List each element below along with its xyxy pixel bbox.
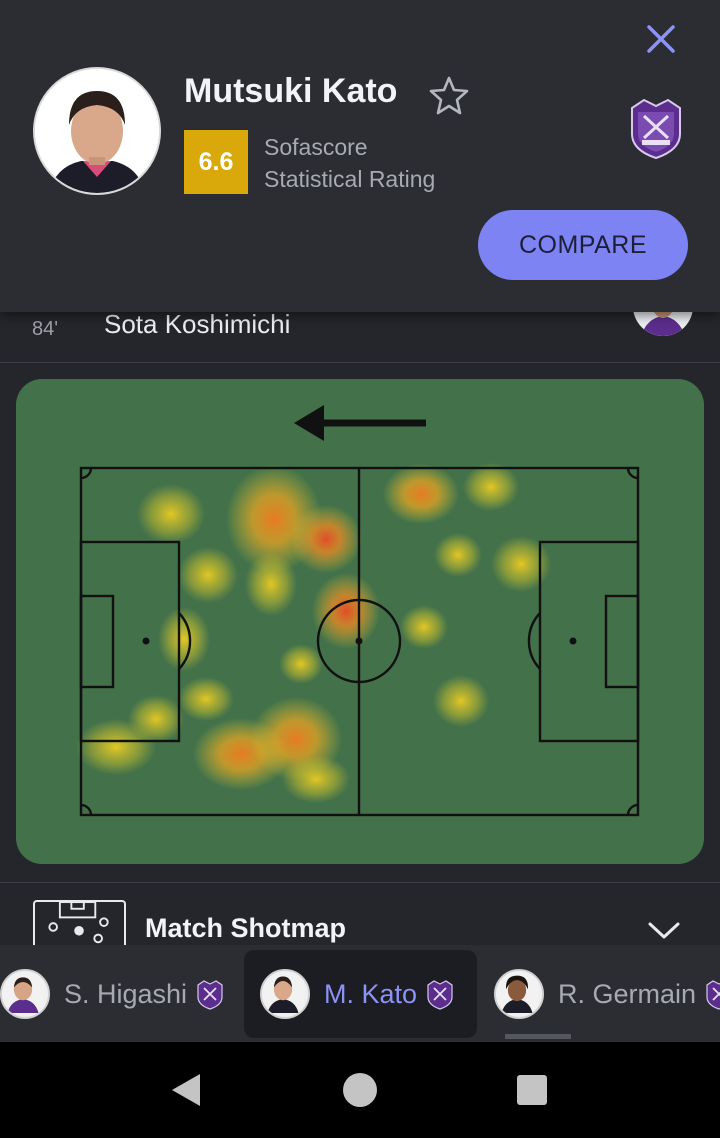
tab-player-s-higashi[interactable]: S. Higashi xyxy=(0,950,225,1038)
home-icon[interactable] xyxy=(342,1072,378,1108)
tab-player-avatar xyxy=(0,969,50,1019)
tab-player-name: R. Germain xyxy=(558,978,697,1009)
tab-player-m-kato[interactable]: M. Kato xyxy=(244,950,477,1038)
recents-icon[interactable] xyxy=(516,1074,548,1106)
star-outline-icon[interactable] xyxy=(428,74,470,116)
close-icon[interactable] xyxy=(640,18,682,60)
heatmap-pitch xyxy=(76,405,640,817)
back-icon[interactable] xyxy=(168,1072,204,1108)
team-crest-icon xyxy=(197,980,223,1010)
rating-label-line1: Sofascore xyxy=(264,134,368,160)
player-header: Mutsuki Kato 6.6 Sofascore Statistical R… xyxy=(0,0,720,312)
compare-button[interactable]: COMPARE xyxy=(478,210,688,280)
tab-player-r-germain[interactable]: R. Germain xyxy=(494,950,720,1038)
player-avatar xyxy=(33,67,161,195)
system-navigation-bar xyxy=(0,1042,720,1138)
tab-player-avatar xyxy=(260,969,310,1019)
tab-player-avatar xyxy=(494,969,544,1019)
chevron-down-icon[interactable] xyxy=(646,919,682,941)
player-tab-bar: S. Higashi M. Kato R. Germain xyxy=(0,945,720,1042)
shotmap-title: Match Shotmap xyxy=(145,913,347,943)
substitution-row[interactable]: 84' Sota Koshimichi xyxy=(0,294,720,363)
shotmap-section-header[interactable]: Match Shotmap xyxy=(0,883,720,950)
attack-direction-arrow-icon xyxy=(294,405,426,441)
heatmap-blobs xyxy=(76,463,551,803)
shotmap-icon xyxy=(33,900,126,950)
tab-player-name: M. Kato xyxy=(324,978,418,1009)
heatmap-card xyxy=(16,379,704,864)
team-crest-icon xyxy=(631,98,681,160)
tab-player-name: S. Higashi xyxy=(64,978,188,1009)
rating-badge: 6.6 xyxy=(184,130,248,194)
rating-label-line2: Statistical Rating xyxy=(264,166,436,192)
team-crest-icon xyxy=(706,980,720,1010)
player-name: Mutsuki Kato xyxy=(184,72,398,110)
tab-scroll-indicator xyxy=(505,1034,571,1039)
rating-label: Sofascore Statistical Rating xyxy=(264,131,435,195)
team-crest-icon xyxy=(427,980,453,1010)
substitution-player-name: Sota Koshimichi xyxy=(104,309,291,339)
substitution-minute: 84' xyxy=(32,318,59,340)
